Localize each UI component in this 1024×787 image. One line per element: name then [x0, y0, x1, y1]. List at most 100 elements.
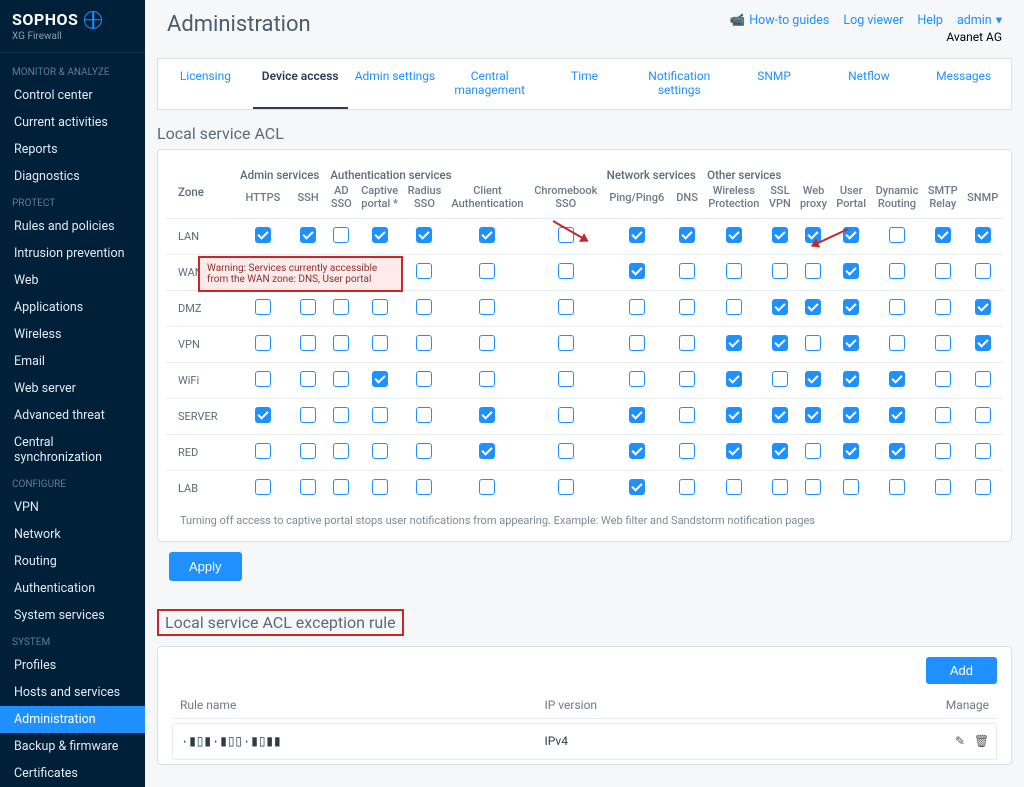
acl-checkbox[interactable]: [372, 479, 388, 495]
acl-checkbox[interactable]: [772, 407, 788, 423]
sidebar-item-authentication[interactable]: Authentication: [0, 575, 145, 602]
acl-checkbox[interactable]: [726, 227, 742, 243]
acl-checkbox[interactable]: [935, 263, 951, 279]
sidebar-item-vpn[interactable]: VPN: [0, 494, 145, 521]
acl-checkbox[interactable]: [772, 371, 788, 387]
acl-checkbox[interactable]: [300, 335, 316, 351]
acl-checkbox[interactable]: [679, 299, 695, 315]
acl-checkbox[interactable]: [479, 263, 495, 279]
acl-checkbox[interactable]: [255, 371, 271, 387]
acl-checkbox[interactable]: [479, 443, 495, 459]
acl-checkbox[interactable]: [805, 479, 821, 495]
acl-checkbox[interactable]: [843, 263, 859, 279]
acl-checkbox[interactable]: [416, 479, 432, 495]
acl-checkbox[interactable]: [889, 299, 905, 315]
acl-checkbox[interactable]: [935, 443, 951, 459]
acl-checkbox[interactable]: [558, 299, 574, 315]
acl-checkbox[interactable]: [300, 407, 316, 423]
edit-icon[interactable]: ✎: [951, 734, 965, 748]
acl-checkbox[interactable]: [772, 479, 788, 495]
acl-checkbox[interactable]: [679, 479, 695, 495]
sidebar-item-reports[interactable]: Reports: [0, 136, 145, 163]
acl-checkbox[interactable]: [975, 443, 991, 459]
tab-licensing[interactable]: Licensing: [158, 59, 253, 109]
acl-checkbox[interactable]: [975, 227, 991, 243]
acl-checkbox[interactable]: [889, 479, 905, 495]
acl-checkbox[interactable]: [416, 407, 432, 423]
help-link[interactable]: Help: [917, 13, 943, 28]
acl-checkbox[interactable]: [333, 299, 349, 315]
acl-checkbox[interactable]: [300, 299, 316, 315]
acl-checkbox[interactable]: [935, 335, 951, 351]
acl-checkbox[interactable]: [629, 335, 645, 351]
acl-checkbox[interactable]: [333, 371, 349, 387]
sidebar-item-advanced-threat[interactable]: Advanced threat: [0, 402, 145, 429]
acl-checkbox[interactable]: [679, 443, 695, 459]
acl-checkbox[interactable]: [805, 335, 821, 351]
sidebar-item-web-server[interactable]: Web server: [0, 375, 145, 402]
sidebar-item-profiles[interactable]: Profiles: [0, 652, 145, 679]
user-menu[interactable]: admin ▾: [957, 12, 1002, 28]
acl-checkbox[interactable]: [255, 335, 271, 351]
acl-checkbox[interactable]: [772, 335, 788, 351]
acl-checkbox[interactable]: [333, 335, 349, 351]
acl-checkbox[interactable]: [889, 407, 905, 423]
acl-checkbox[interactable]: [975, 479, 991, 495]
acl-checkbox[interactable]: [679, 263, 695, 279]
acl-checkbox[interactable]: [726, 299, 742, 315]
tab-messages[interactable]: Messages: [916, 59, 1011, 109]
acl-checkbox[interactable]: [372, 227, 388, 243]
logviewer-link[interactable]: Log viewer: [843, 13, 903, 28]
acl-checkbox[interactable]: [889, 227, 905, 243]
acl-checkbox[interactable]: [558, 479, 574, 495]
acl-checkbox[interactable]: [843, 479, 859, 495]
acl-checkbox[interactable]: [333, 407, 349, 423]
acl-checkbox[interactable]: [300, 443, 316, 459]
acl-checkbox[interactable]: [805, 263, 821, 279]
acl-checkbox[interactable]: [416, 263, 432, 279]
acl-checkbox[interactable]: [558, 263, 574, 279]
acl-checkbox[interactable]: [805, 371, 821, 387]
acl-checkbox[interactable]: [558, 443, 574, 459]
sidebar-item-administration[interactable]: Administration: [0, 706, 145, 733]
acl-checkbox[interactable]: [805, 299, 821, 315]
acl-checkbox[interactable]: [679, 371, 695, 387]
acl-checkbox[interactable]: [558, 371, 574, 387]
acl-checkbox[interactable]: [975, 407, 991, 423]
tab-central-management[interactable]: Central management: [442, 59, 537, 109]
acl-checkbox[interactable]: [975, 263, 991, 279]
acl-checkbox[interactable]: [255, 227, 271, 243]
acl-checkbox[interactable]: [300, 479, 316, 495]
acl-checkbox[interactable]: [889, 371, 905, 387]
acl-checkbox[interactable]: [843, 407, 859, 423]
acl-checkbox[interactable]: [843, 371, 859, 387]
sidebar-item-web[interactable]: Web: [0, 267, 145, 294]
tab-netflow[interactable]: Netflow: [821, 59, 916, 109]
acl-checkbox[interactable]: [479, 335, 495, 351]
acl-checkbox[interactable]: [255, 479, 271, 495]
acl-checkbox[interactable]: [679, 407, 695, 423]
apply-button[interactable]: Apply: [169, 552, 242, 581]
tab-device-access[interactable]: Device access: [253, 59, 348, 109]
acl-checkbox[interactable]: [255, 299, 271, 315]
acl-checkbox[interactable]: [416, 371, 432, 387]
delete-icon[interactable]: 🗑: [974, 734, 988, 748]
acl-checkbox[interactable]: [629, 479, 645, 495]
acl-checkbox[interactable]: [679, 227, 695, 243]
acl-checkbox[interactable]: [726, 479, 742, 495]
acl-checkbox[interactable]: [772, 443, 788, 459]
acl-checkbox[interactable]: [726, 407, 742, 423]
tab-time[interactable]: Time: [537, 59, 632, 109]
acl-checkbox[interactable]: [889, 335, 905, 351]
acl-checkbox[interactable]: [372, 299, 388, 315]
sidebar-item-email[interactable]: Email: [0, 348, 145, 375]
acl-checkbox[interactable]: [629, 299, 645, 315]
acl-checkbox[interactable]: [416, 299, 432, 315]
sidebar-item-wireless[interactable]: Wireless: [0, 321, 145, 348]
sidebar-item-backup-firmware[interactable]: Backup & firmware: [0, 733, 145, 760]
acl-checkbox[interactable]: [935, 479, 951, 495]
acl-checkbox[interactable]: [772, 299, 788, 315]
acl-checkbox[interactable]: [558, 335, 574, 351]
acl-checkbox[interactable]: [935, 299, 951, 315]
acl-checkbox[interactable]: [889, 263, 905, 279]
